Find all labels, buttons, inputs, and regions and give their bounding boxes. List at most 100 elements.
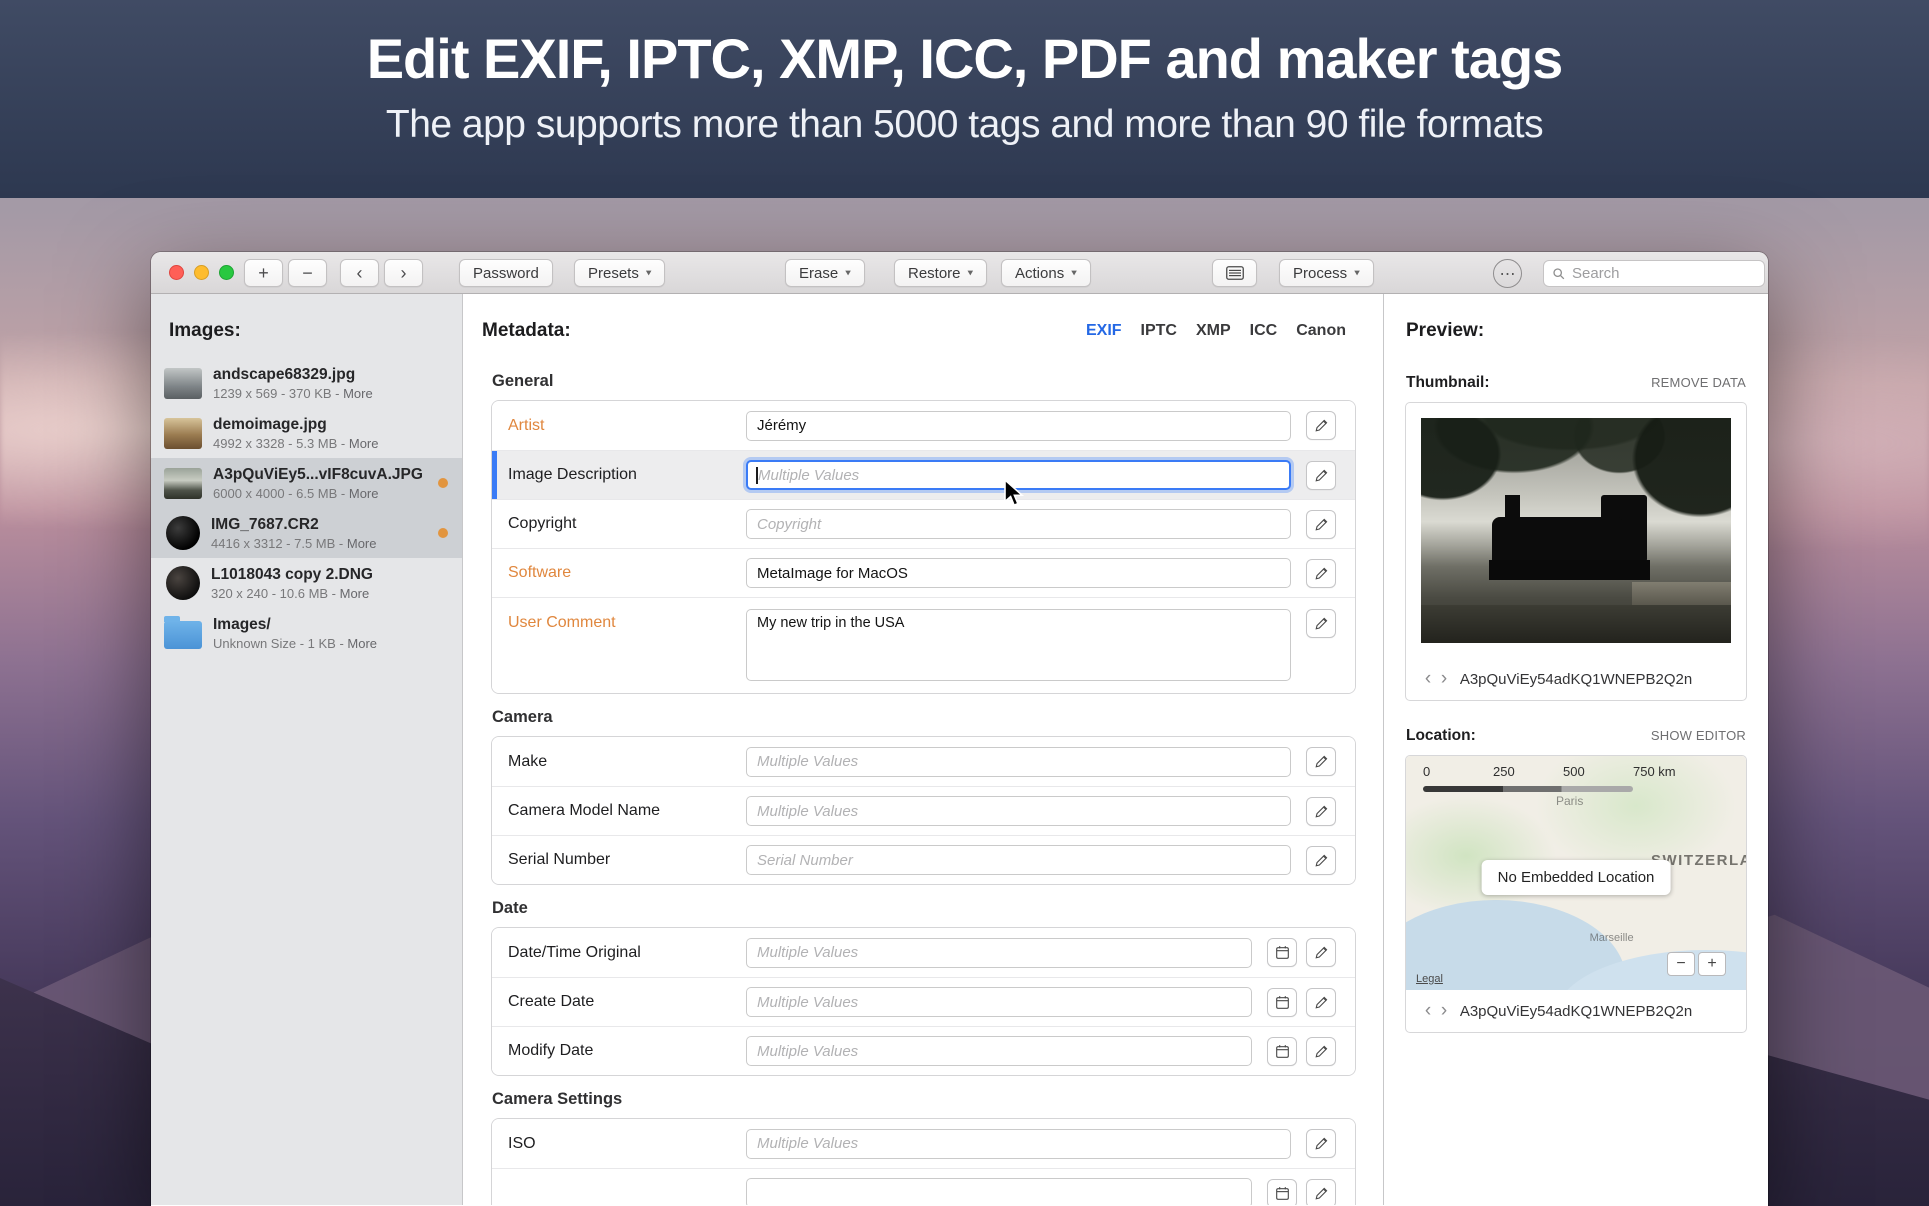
remove-data-link[interactable]: REMOVE DATA: [1651, 375, 1746, 390]
image-description-input[interactable]: [746, 460, 1291, 490]
iso-input[interactable]: [746, 1129, 1291, 1159]
field-row-artist: Artist: [492, 401, 1355, 450]
more-link[interactable]: More: [347, 536, 377, 551]
edit-pencil-button[interactable]: [1306, 609, 1336, 638]
calendar-button[interactable]: [1267, 1179, 1297, 1206]
field-input[interactable]: [746, 1178, 1252, 1205]
presets-dropdown[interactable]: Presets ▾: [574, 259, 665, 287]
file-row[interactable]: demoimage.jpg 4992 x 3328 - 5.3 MB - Mor…: [151, 408, 462, 458]
actions-label: Actions: [1015, 265, 1064, 282]
map-legal-link[interactable]: Legal: [1416, 973, 1443, 985]
edit-pencil-button[interactable]: [1306, 411, 1336, 440]
calendar-button[interactable]: [1267, 938, 1297, 967]
add-image-button[interactable]: +: [244, 259, 283, 287]
edit-pencil-button[interactable]: [1306, 461, 1336, 490]
field-row-copyright: Copyright: [492, 499, 1355, 548]
pencil-icon: [1314, 1044, 1329, 1059]
field-row-modify-date: Modify Date: [492, 1026, 1355, 1075]
copyright-label: Copyright: [508, 515, 746, 533]
edit-pencil-button[interactable]: [1306, 510, 1336, 539]
marketing-banner: Edit EXIF, IPTC, XMP, ICC, PDF and maker…: [0, 0, 1929, 198]
view-mode-button[interactable]: [1212, 259, 1257, 287]
process-dropdown[interactable]: Process ▾: [1279, 259, 1374, 287]
back-button[interactable]: ‹: [340, 259, 379, 287]
list-view-icon: [1226, 266, 1244, 280]
password-button[interactable]: Password: [459, 259, 553, 287]
forward-button[interactable]: ›: [384, 259, 423, 287]
edit-pencil-button[interactable]: [1306, 1129, 1336, 1158]
edit-pencil-button[interactable]: [1306, 938, 1336, 967]
scale-tick: 750 km: [1633, 764, 1703, 779]
file-row[interactable]: L1018043 copy 2.DNG 320 x 240 - 10.6 MB …: [151, 558, 462, 608]
copyright-input[interactable]: [746, 509, 1291, 539]
edit-pencil-button[interactable]: [1306, 846, 1336, 875]
remove-image-button[interactable]: −: [288, 259, 327, 287]
restore-label: Restore: [908, 265, 961, 282]
show-editor-link[interactable]: SHOW EDITOR: [1651, 728, 1746, 743]
erase-dropdown[interactable]: Erase ▾: [785, 259, 865, 287]
thumbnail-image[interactable]: [1421, 418, 1731, 643]
tab-exif[interactable]: EXIF: [1086, 322, 1122, 340]
actions-dropdown[interactable]: Actions ▾: [1001, 259, 1091, 287]
tab-iptc[interactable]: IPTC: [1141, 322, 1177, 340]
file-row[interactable]: Images/ Unknown Size - 1 KB - More: [151, 608, 462, 658]
sidebar-title: Images:: [151, 294, 462, 358]
section-camera-settings: ISO: [491, 1118, 1356, 1205]
modify-date-input[interactable]: [746, 1036, 1252, 1066]
pencil-icon: [1314, 853, 1329, 868]
datetime-original-input[interactable]: [746, 938, 1252, 968]
file-thumbnail: [166, 566, 200, 600]
more-link[interactable]: More: [343, 386, 373, 401]
tab-xmp[interactable]: XMP: [1196, 322, 1231, 340]
minimize-button[interactable]: [194, 265, 209, 280]
edit-pencil-button[interactable]: [1306, 988, 1336, 1017]
search-field[interactable]: [1543, 260, 1765, 287]
artist-input[interactable]: [746, 411, 1291, 441]
edit-pencil-button[interactable]: [1306, 747, 1336, 776]
preview-panel: Preview: Thumbnail: REMOVE DATA: [1384, 294, 1768, 1205]
more-link[interactable]: More: [349, 486, 379, 501]
field-row-user-comment: User Comment My new trip in the USA: [492, 597, 1355, 693]
file-row-selected[interactable]: A3pQuViEy5...vIF8cuvA.JPG 6000 x 4000 - …: [151, 458, 462, 508]
fullscreen-button[interactable]: [219, 265, 234, 280]
datetime-original-label: Date/Time Original: [508, 944, 746, 962]
edit-pencil-button[interactable]: [1306, 1179, 1336, 1206]
photo-locomotive: [1505, 495, 1521, 520]
tab-canon[interactable]: Canon: [1296, 322, 1346, 340]
make-input[interactable]: [746, 747, 1291, 777]
restore-dropdown[interactable]: Restore ▾: [894, 259, 987, 287]
file-row[interactable]: andscape68329.jpg 1239 x 569 - 370 KB - …: [151, 358, 462, 408]
search-input[interactable]: [1572, 265, 1742, 282]
calendar-button[interactable]: [1267, 988, 1297, 1017]
more-link[interactable]: More: [349, 436, 379, 451]
serial-number-input[interactable]: [746, 845, 1291, 875]
create-date-label: Create Date: [508, 993, 746, 1011]
pencil-icon: [1314, 754, 1329, 769]
artist-label: Artist: [508, 417, 746, 435]
camera-model-input[interactable]: [746, 796, 1291, 826]
calendar-icon: [1275, 995, 1290, 1010]
create-date-input[interactable]: [746, 987, 1252, 1017]
map-view[interactable]: 0 250 500 750 km Paris SWITZERLA No Embe…: [1406, 756, 1746, 990]
close-button[interactable]: [169, 265, 184, 280]
user-comment-label: User Comment: [508, 614, 746, 632]
more-link[interactable]: More: [340, 586, 370, 601]
zoom-out-button[interactable]: −: [1667, 952, 1695, 976]
more-options-button[interactable]: ⋯: [1493, 259, 1522, 288]
location-label: Location:: [1406, 727, 1476, 745]
edit-pencil-button[interactable]: [1306, 797, 1336, 826]
search-icon: [1552, 267, 1566, 281]
focus-accent-bar: [492, 451, 497, 499]
file-row-selected[interactable]: IMG_7687.CR2 4416 x 3312 - 7.5 MB - More: [151, 508, 462, 558]
user-comment-textarea[interactable]: My new trip in the USA: [746, 609, 1291, 681]
edit-pencil-button[interactable]: [1306, 559, 1336, 588]
edit-pencil-button[interactable]: [1306, 1037, 1336, 1066]
more-link[interactable]: More: [347, 636, 377, 651]
calendar-button[interactable]: [1267, 1037, 1297, 1066]
location-filename: A3pQuViEy54adKQ1WNEPB2Q2n: [1406, 1003, 1746, 1020]
zoom-in-button[interactable]: +: [1698, 952, 1726, 976]
software-input[interactable]: [746, 558, 1291, 588]
images-sidebar: Images: andscape68329.jpg 1239 x 569 - 3…: [151, 294, 463, 1205]
banner-subtitle: The app supports more than 5000 tags and…: [0, 103, 1929, 147]
tab-icc[interactable]: ICC: [1250, 322, 1278, 340]
